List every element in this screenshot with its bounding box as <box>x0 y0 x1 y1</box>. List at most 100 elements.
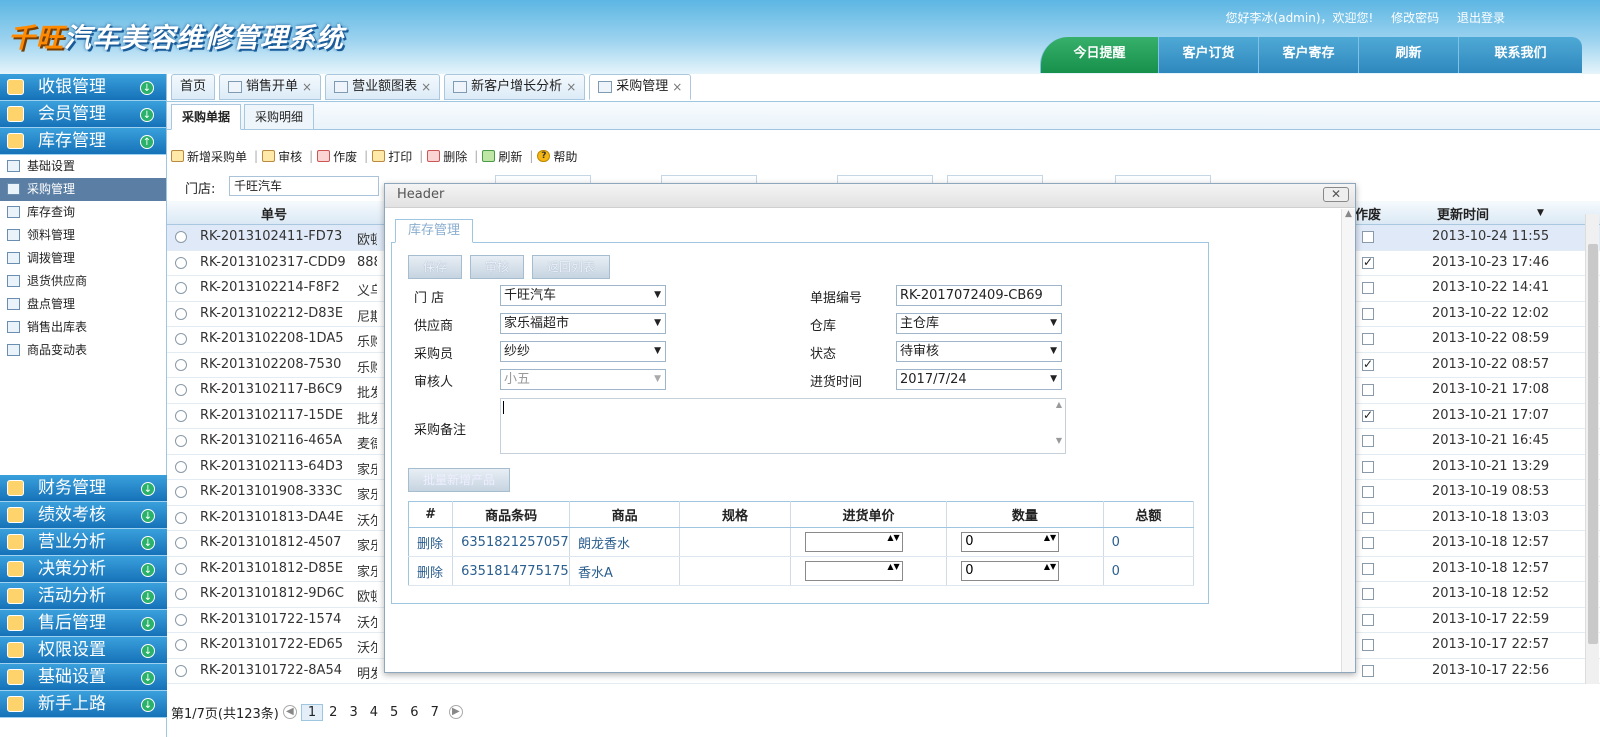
page-7[interactable]: 7 <box>425 705 445 720</box>
page-6[interactable]: 6 <box>404 705 424 720</box>
qty-stepper[interactable]: 0 ▲▼ <box>961 532 1060 552</box>
void-checkbox[interactable]: ✓ <box>1362 409 1374 422</box>
row-radio[interactable] <box>175 486 187 498</box>
nav-customer-order[interactable]: 客户订货 <box>1158 37 1258 73</box>
menu-basic-settings[interactable]: 基础设置 ↓ <box>0 664 167 691</box>
menu-cashier[interactable]: 收银管理 ↓ <box>0 74 166 101</box>
row-radio[interactable] <box>175 613 187 626</box>
menu-permissions[interactable]: 权限设置 ↓ <box>0 637 167 664</box>
delete-row-link[interactable]: 删除 <box>408 527 454 557</box>
stepper-arrows-icon[interactable]: ▲▼ <box>1044 562 1056 571</box>
sidebar-item-basic-settings[interactable]: 基础设置 <box>0 155 166 178</box>
void-checkbox[interactable] <box>1362 639 1374 651</box>
sidebar-item-material[interactable]: 领料管理 <box>0 224 166 247</box>
row-radio[interactable] <box>175 639 187 651</box>
nav-refresh[interactable]: 刷新 <box>1358 37 1458 73</box>
price-stepper[interactable]: ▲▼ <box>804 532 903 552</box>
tab-sales[interactable]: 销售开单 × <box>219 74 322 100</box>
void-checkbox[interactable] <box>1362 537 1374 549</box>
sidebar-item-stock-query[interactable]: 库存查询 <box>0 201 166 224</box>
textarea-scrollbar[interactable]: ▲ ▼ <box>1053 399 1065 453</box>
status-select[interactable]: 待审核 ▼ <box>896 341 1062 362</box>
menu-decision-analysis[interactable]: 决策分析 ↓ <box>0 556 167 583</box>
void-checkbox[interactable] <box>1362 511 1374 524</box>
close-icon[interactable]: × <box>421 75 431 99</box>
store-filter-input[interactable]: 千旺汽车 <box>229 176 379 196</box>
help-button[interactable]: ? 帮助 <box>537 148 577 165</box>
audit-form-button[interactable]: 审核 <box>470 255 525 279</box>
nav-contact-us[interactable]: 联系我们 <box>1458 37 1582 73</box>
tab-home[interactable]: 首页 <box>171 74 216 100</box>
stepper-arrows-icon[interactable]: ▲▼ <box>887 562 899 571</box>
scroll-down-icon[interactable]: ▼ <box>1056 436 1062 445</box>
scroll-up-icon[interactable]: ▲ <box>1345 209 1352 219</box>
page-2[interactable]: 2 <box>323 705 343 720</box>
void-checkbox[interactable] <box>1362 613 1374 626</box>
row-radio[interactable] <box>175 358 187 371</box>
row-radio[interactable] <box>175 562 187 575</box>
buyer-select[interactable]: 纱纱 ▼ <box>500 341 666 362</box>
col-code-header[interactable]: 单号 <box>261 204 287 223</box>
col-void-header[interactable]: 作废 <box>1355 204 1381 223</box>
sidebar-item-goods-change[interactable]: 商品变动表 <box>0 339 166 362</box>
void-checkbox[interactable] <box>1362 282 1374 294</box>
form-tab-inventory[interactable]: 库存管理 <box>395 219 474 243</box>
back-to-list-button[interactable]: 返回列表 <box>532 255 611 279</box>
row-radio[interactable] <box>175 460 187 473</box>
row-radio[interactable] <box>175 537 187 549</box>
store-select[interactable]: 千旺汽车 ▼ <box>500 285 666 306</box>
dialog-scrollbar[interactable]: ▲ <box>1341 209 1355 672</box>
tab-purchase[interactable]: 采购管理 × <box>589 74 692 100</box>
tab-purchase-docs[interactable]: 采购单据 <box>171 104 242 130</box>
dialog-close-button[interactable]: ✕ <box>1323 187 1349 202</box>
date-picker[interactable]: 2017/7/24 ▼ <box>896 369 1062 390</box>
close-icon[interactable]: × <box>672 75 682 99</box>
row-radio[interactable] <box>175 282 187 294</box>
col-updated-header[interactable]: 更新时间 <box>1437 204 1489 223</box>
row-radio[interactable] <box>175 256 187 269</box>
qty-stepper[interactable]: 0 ▲▼ <box>961 561 1060 581</box>
page-3[interactable]: 3 <box>343 705 363 720</box>
close-icon[interactable]: × <box>566 75 576 99</box>
refresh-button[interactable]: 刷新 <box>482 148 522 165</box>
row-radio[interactable] <box>175 307 187 320</box>
menu-business-analysis[interactable]: 营业分析 ↓ <box>0 529 167 556</box>
sidebar-item-return[interactable]: 退货供应商 <box>0 270 166 293</box>
tab-customer-growth[interactable]: 新客户增长分析 × <box>444 74 586 100</box>
menu-performance[interactable]: 绩效考核 ↓ <box>0 502 167 529</box>
price-stepper[interactable]: ▲▼ <box>804 561 903 581</box>
nav-customer-storage[interactable]: 客户寄存 <box>1258 37 1358 73</box>
close-icon[interactable]: × <box>302 75 312 99</box>
void-checkbox[interactable] <box>1362 460 1374 473</box>
change-password-link[interactable]: 修改密码 <box>1391 11 1439 25</box>
void-checkbox[interactable] <box>1362 486 1374 498</box>
scrollbar-thumb[interactable] <box>1588 244 1598 644</box>
row-radio[interactable] <box>175 664 187 677</box>
void-checkbox[interactable]: ✓ <box>1362 358 1374 371</box>
menu-member[interactable]: 会员管理 ↓ <box>0 101 166 128</box>
void-checkbox[interactable] <box>1362 333 1374 345</box>
row-radio[interactable] <box>175 384 187 396</box>
audit-button[interactable]: 审核 <box>262 148 302 165</box>
row-radio[interactable] <box>175 231 187 243</box>
row-radio[interactable] <box>175 333 187 345</box>
next-page-icon[interactable]: ▶ <box>448 705 463 719</box>
new-purchase-button[interactable]: 新增采购单 <box>171 148 247 165</box>
remark-textarea[interactable]: ▲ ▼ <box>500 398 1066 454</box>
warehouse-select[interactable]: 主仓库 ▼ <box>896 313 1062 334</box>
tab-revenue-chart[interactable]: 营业额图表 × <box>325 74 441 100</box>
page-5[interactable]: 5 <box>384 705 404 720</box>
supplier-select[interactable]: 家乐福超市 ▼ <box>500 313 666 334</box>
row-radio[interactable] <box>175 409 187 422</box>
batch-add-products-button[interactable]: 批量新增产品 <box>408 468 511 492</box>
void-checkbox[interactable] <box>1362 562 1374 575</box>
nav-today-reminder[interactable]: 今日提醒 <box>1040 37 1158 73</box>
menu-getting-started[interactable]: 新手上路 ↓ <box>0 691 167 718</box>
delete-button[interactable]: 删除 <box>427 148 467 165</box>
void-checkbox[interactable] <box>1362 231 1374 243</box>
row-radio[interactable] <box>175 588 187 600</box>
menu-after-sales[interactable]: 售后管理 ↓ <box>0 610 167 637</box>
void-button[interactable]: 作废 <box>317 148 357 165</box>
logout-link[interactable]: 退出登录 <box>1457 11 1505 25</box>
sidebar-item-sales-out[interactable]: 销售出库表 <box>0 316 166 339</box>
